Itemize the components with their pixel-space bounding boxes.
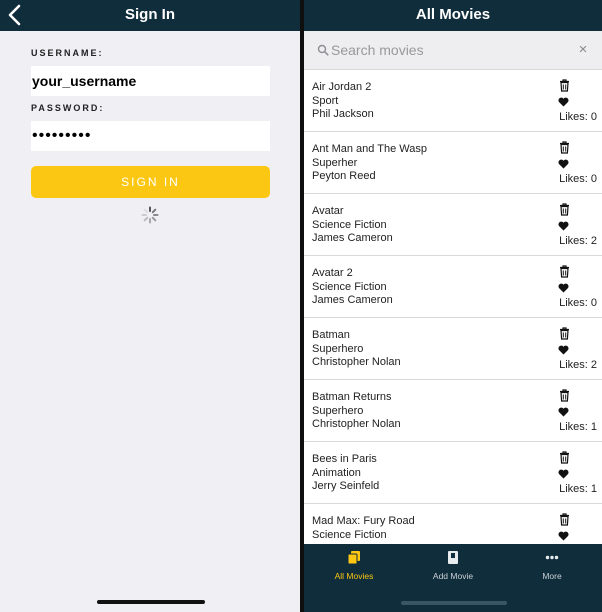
movie-director: Christopher Nolan	[312, 418, 401, 431]
likes-count: Likes: 1	[559, 483, 597, 495]
trash-icon[interactable]	[559, 203, 570, 216]
movie-title: Batman Returns	[312, 391, 392, 403]
password-input[interactable]	[31, 121, 270, 151]
search-input[interactable]	[331, 40, 551, 60]
movie-row[interactable]: Batman Returns Superhero Christopher Nol…	[304, 380, 602, 442]
heart-icon[interactable]	[558, 407, 569, 417]
all-movies-screen: All Movies × Air Jordan 2 Sport Phil Jac…	[304, 0, 602, 612]
movie-genre: Science Fiction	[312, 280, 387, 293]
heart-icon[interactable]	[558, 283, 569, 293]
trash-icon[interactable]	[559, 389, 570, 402]
movie-title: Avatar 2	[312, 267, 353, 279]
tab-all-movies[interactable]: All Movies	[304, 550, 404, 581]
trash-icon[interactable]	[559, 265, 570, 278]
likes-count: Likes: 0	[559, 173, 597, 185]
heart-icon[interactable]	[558, 221, 569, 231]
sign-in-button[interactable]: SIGN IN	[31, 166, 270, 198]
likes-count: Likes: 0	[559, 111, 597, 123]
movie-row[interactable]: Batman Superhero Christopher Nolan Likes…	[304, 318, 602, 380]
movie-row[interactable]: Ant Man and The Wasp Superher Peyton Ree…	[304, 132, 602, 194]
movie-genre: Superhero	[312, 404, 364, 417]
trash-icon[interactable]	[559, 327, 570, 340]
sign-in-navbar: Sign In	[0, 0, 300, 31]
movie-director: Christopher Nolan	[312, 356, 401, 369]
tab-more[interactable]: More	[502, 550, 602, 581]
tab-add-movie[interactable]: Add Movie	[403, 550, 503, 581]
trash-icon[interactable]	[559, 141, 570, 154]
movie-title: Air Jordan 2	[312, 81, 372, 93]
heart-icon[interactable]	[558, 97, 569, 107]
movie-director: James Cameron	[312, 294, 393, 307]
movie-row[interactable]: Avatar Science Fiction James Cameron Lik…	[304, 194, 602, 256]
likes-count: Likes: 1	[559, 421, 597, 433]
home-indicator[interactable]	[97, 600, 205, 604]
movie-row[interactable]: Avatar 2 Science Fiction James Cameron L…	[304, 256, 602, 318]
movies-navbar: All Movies	[304, 0, 602, 31]
likes-count: Likes: 2	[559, 359, 597, 371]
movie-genre: Science Fiction	[312, 528, 387, 541]
movie-list: Air Jordan 2 Sport Phil Jackson Likes: 0…	[304, 70, 602, 566]
tab-label: All Movies	[334, 571, 374, 581]
heart-icon[interactable]	[558, 531, 569, 541]
movie-genre: Superher	[312, 156, 358, 169]
username-label: USERNAME:	[31, 48, 104, 58]
movie-director: Phil Jackson	[312, 108, 374, 121]
sign-in-title: Sign In	[125, 6, 175, 23]
movie-row[interactable]: Air Jordan 2 Sport Phil Jackson Likes: 0	[304, 70, 602, 132]
movie-title: Ant Man and The Wasp	[312, 143, 427, 155]
trash-icon[interactable]	[559, 451, 570, 464]
likes-count: Likes: 2	[559, 235, 597, 247]
movie-genre: Superhero	[312, 342, 364, 355]
trash-icon[interactable]	[559, 513, 570, 526]
search-icon	[317, 44, 329, 56]
movie-title: Bees in Paris	[312, 453, 377, 465]
film-icon	[347, 551, 360, 565]
username-input[interactable]	[31, 66, 270, 96]
heart-icon[interactable]	[558, 345, 569, 355]
loading-spinner-icon	[141, 206, 159, 224]
movie-genre: Animation	[312, 466, 361, 479]
movie-title: Avatar	[312, 205, 344, 217]
movie-genre: Sport	[312, 94, 339, 107]
trash-icon[interactable]	[559, 79, 570, 92]
movie-director: Jerry Seinfeld	[312, 480, 380, 493]
heart-icon[interactable]	[558, 469, 569, 479]
sign-in-screen: Sign In USERNAME: PASSWORD: SIGN IN	[0, 0, 300, 612]
movie-row[interactable]: Bees in Paris Animation Jerry Seinfeld L…	[304, 442, 602, 504]
home-indicator[interactable]	[401, 601, 507, 605]
movie-director: Peyton Reed	[312, 170, 376, 183]
search-bar: ×	[304, 31, 602, 70]
clear-search-icon[interactable]: ×	[574, 41, 592, 59]
tab-label: Add Movie	[432, 571, 474, 581]
movie-title: Batman	[312, 329, 350, 341]
add-movie-icon	[448, 551, 458, 564]
likes-count: Likes: 0	[559, 297, 597, 309]
movie-genre: Science Fiction	[312, 218, 387, 231]
more-icon	[545, 555, 559, 560]
movie-title: Mad Max: Fury Road	[312, 515, 415, 527]
heart-icon[interactable]	[558, 159, 569, 169]
tab-label: More	[542, 571, 562, 581]
movie-director: James Cameron	[312, 232, 393, 245]
password-label: PASSWORD:	[31, 103, 105, 113]
movies-title: All Movies	[415, 6, 491, 23]
